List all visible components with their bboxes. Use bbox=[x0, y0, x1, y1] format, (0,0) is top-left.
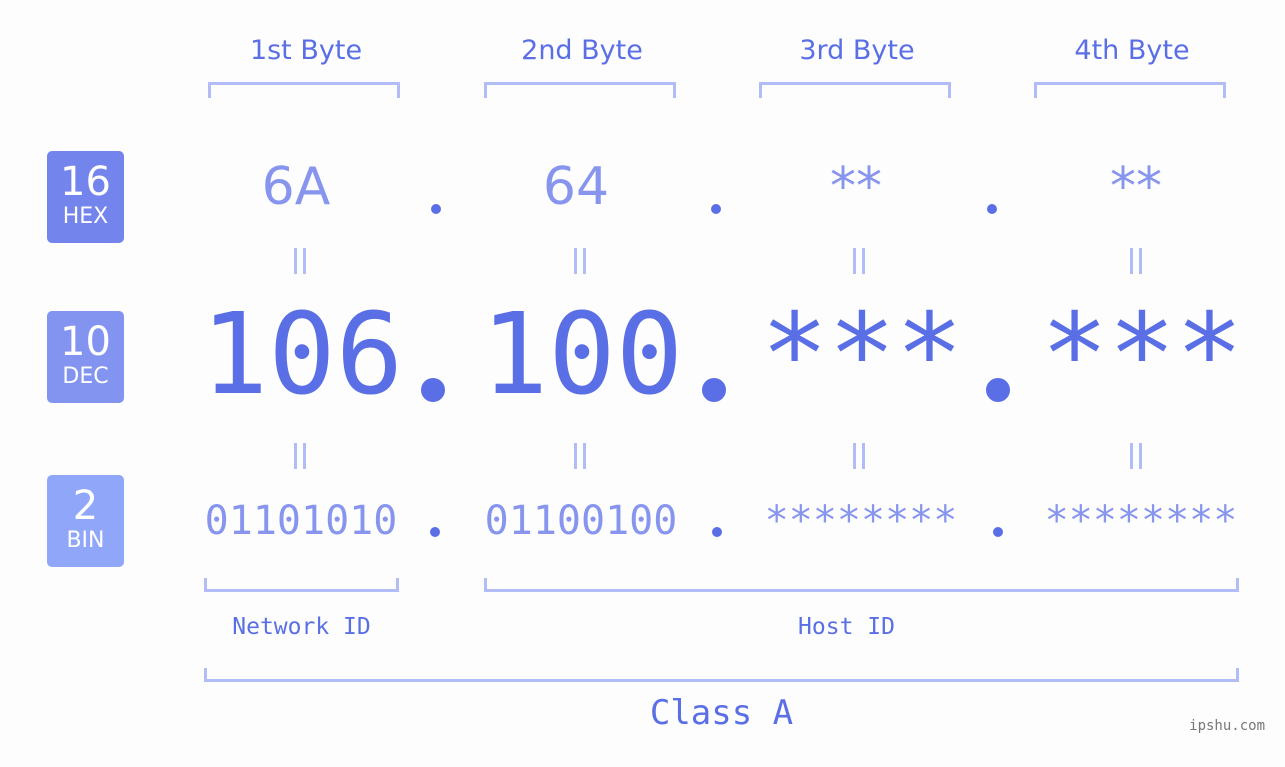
bin-dot-3 bbox=[993, 527, 1003, 537]
equals-icon bbox=[852, 443, 866, 469]
host-id-bracket bbox=[484, 578, 1239, 592]
equals-icon bbox=[1129, 248, 1143, 274]
hex-badge-number: 16 bbox=[60, 159, 111, 205]
network-id-label: Network ID bbox=[232, 614, 371, 640]
hex-dot-3 bbox=[987, 204, 997, 214]
byte-bracket-2 bbox=[484, 82, 676, 98]
byte-bracket-3 bbox=[759, 82, 951, 98]
dec-dot-1 bbox=[421, 378, 445, 402]
hex-byte-3: ** bbox=[830, 157, 882, 217]
bin-badge: 2 BIN bbox=[47, 475, 124, 567]
bin-badge-number: 2 bbox=[72, 483, 99, 529]
equals-icon bbox=[573, 443, 587, 469]
byte-header-2: 2nd Byte bbox=[521, 35, 643, 66]
byte-bracket-4 bbox=[1034, 82, 1226, 98]
network-id-bracket bbox=[204, 578, 399, 592]
hex-byte-1: 6A bbox=[261, 157, 331, 217]
bin-badge-label: BIN bbox=[66, 528, 105, 553]
hex-badge: 16 HEX bbox=[47, 151, 124, 243]
hex-badge-label: HEX bbox=[62, 204, 109, 229]
equals-icon bbox=[293, 248, 307, 274]
bin-byte-2: 01100100 bbox=[484, 498, 678, 544]
class-label: Class A bbox=[649, 693, 794, 733]
class-bracket bbox=[204, 668, 1239, 682]
equals-icon bbox=[293, 443, 307, 469]
bin-byte-1: 01101010 bbox=[204, 498, 398, 544]
dec-byte-4: *** bbox=[1040, 290, 1244, 420]
hex-dot-2 bbox=[711, 204, 721, 214]
equals-icon bbox=[1129, 443, 1143, 469]
bin-byte-3: ******** bbox=[764, 498, 958, 544]
host-id-label: Host ID bbox=[798, 614, 895, 640]
dec-dot-2 bbox=[702, 378, 726, 402]
hex-byte-2: 64 bbox=[542, 157, 610, 217]
dec-badge: 10 DEC bbox=[47, 311, 124, 403]
dec-badge-label: DEC bbox=[62, 364, 109, 389]
watermark: ipshu.com bbox=[1189, 718, 1265, 734]
byte-header-4: 4th Byte bbox=[1074, 35, 1190, 66]
bin-byte-4: ******** bbox=[1044, 498, 1238, 544]
hex-dot-1 bbox=[431, 204, 441, 214]
bin-dot-1 bbox=[430, 527, 440, 537]
byte-header-1: 1st Byte bbox=[249, 35, 363, 66]
equals-icon bbox=[573, 248, 587, 274]
dec-dot-3 bbox=[986, 378, 1010, 402]
hex-byte-4: ** bbox=[1110, 157, 1162, 217]
bin-dot-2 bbox=[712, 527, 722, 537]
byte-header-3: 3rd Byte bbox=[799, 35, 915, 66]
equals-icon bbox=[852, 248, 866, 274]
dec-byte-2: 100 bbox=[480, 290, 684, 420]
dec-byte-3: *** bbox=[760, 290, 964, 420]
dec-badge-number: 10 bbox=[60, 319, 111, 365]
dec-byte-1: 106 bbox=[200, 290, 404, 420]
byte-bracket-1 bbox=[208, 82, 400, 98]
